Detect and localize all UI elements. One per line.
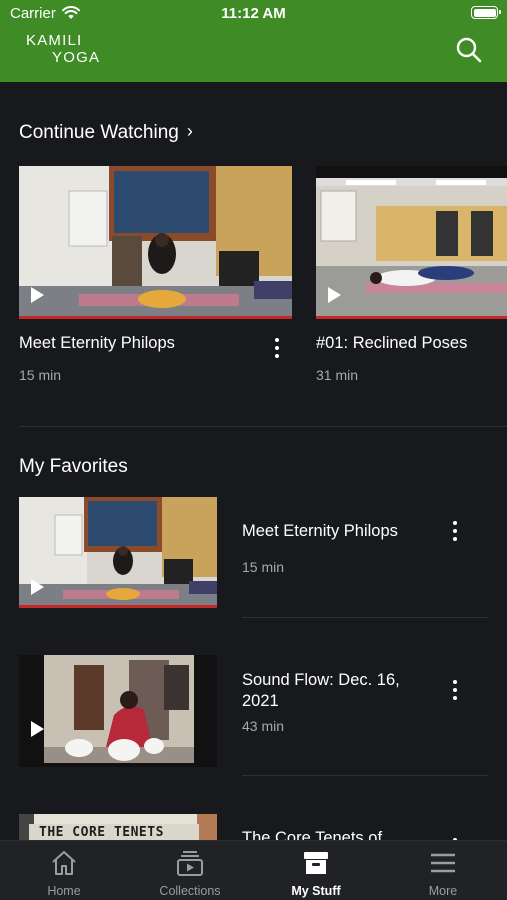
play-icon: [31, 579, 44, 595]
app-header: KAMILI YOGA: [0, 28, 507, 82]
play-icon: [31, 721, 44, 737]
video-title[interactable]: Meet Eternity Philops: [19, 333, 259, 354]
more-options-icon[interactable]: [450, 679, 460, 701]
favorite-thumbnail-3[interactable]: THE CORE TENETS: [19, 814, 217, 840]
video-duration: 31 min: [316, 367, 359, 383]
video-title[interactable]: The Core Tenets of: [242, 828, 422, 840]
favorite-thumbnail-2[interactable]: [19, 655, 217, 767]
continue-watching-header[interactable]: Continue Watching ›: [19, 121, 193, 144]
tab-label: My Stuff: [291, 884, 341, 898]
tab-label: More: [428, 884, 458, 898]
watch-progress-bar: [19, 605, 217, 608]
video-duration: 43 min: [242, 718, 285, 734]
tab-home[interactable]: Home: [1, 841, 127, 900]
list-divider: [242, 617, 488, 618]
my-stuff-icon: [304, 852, 328, 874]
section-divider: [19, 426, 507, 427]
video-still-meditation: [19, 166, 292, 319]
battery-icon: [471, 6, 501, 19]
continue-watching-thumbnail-1[interactable]: [19, 166, 292, 319]
favorite-thumbnail-1[interactable]: [19, 497, 217, 608]
my-favorites-title: My Favorites: [19, 456, 128, 477]
video-title[interactable]: #01: Reclined Poses: [316, 333, 507, 354]
video-still-reclined-pose: [316, 166, 507, 319]
watch-progress-bar: [19, 316, 292, 319]
kamili-yoga-logo[interactable]: KAMILI YOGA: [26, 32, 116, 72]
menu-icon: [431, 853, 455, 873]
video-duration: 15 min: [242, 559, 285, 575]
video-still-meditation: [19, 497, 217, 608]
home-icon: [52, 851, 76, 875]
tab-my-stuff[interactable]: My Stuff: [253, 841, 379, 900]
logo-text-bottom: YOGA: [52, 49, 101, 66]
status-bar: Carrier 11:12 AM: [0, 0, 507, 28]
collections-icon: [177, 851, 203, 876]
continue-watching-thumbnail-2[interactable]: [316, 166, 507, 319]
bottom-tab-bar: Home Collections My Stuff More: [0, 840, 507, 900]
play-icon: [328, 287, 341, 303]
tab-collections[interactable]: Collections: [127, 841, 253, 900]
my-stuff-content[interactable]: Continue Watching › Meet Eternity Philops…: [0, 82, 507, 840]
tab-more[interactable]: More: [380, 841, 506, 900]
list-divider: [242, 775, 488, 776]
tab-label: Collections: [159, 884, 221, 898]
tab-label: Home: [47, 884, 81, 898]
more-options-icon[interactable]: [272, 337, 282, 359]
continue-watching-title: Continue Watching: [19, 122, 179, 143]
logo-text-top: KAMILI: [26, 32, 83, 49]
thumbnail-caption: THE CORE TENETS: [39, 825, 164, 840]
video-title[interactable]: Meet Eternity Philops: [242, 521, 432, 542]
clock: 11:12 AM: [221, 5, 286, 22]
play-icon: [31, 287, 44, 303]
video-title[interactable]: Sound Flow: Dec. 16, 2021: [242, 670, 422, 712]
video-duration: 15 min: [19, 367, 62, 383]
chevron-right-icon: ›: [186, 121, 193, 141]
search-icon[interactable]: [455, 36, 483, 64]
watch-progress-bar: [316, 316, 507, 319]
more-options-icon[interactable]: [450, 520, 460, 542]
video-still-sound-bowls: [19, 655, 217, 767]
